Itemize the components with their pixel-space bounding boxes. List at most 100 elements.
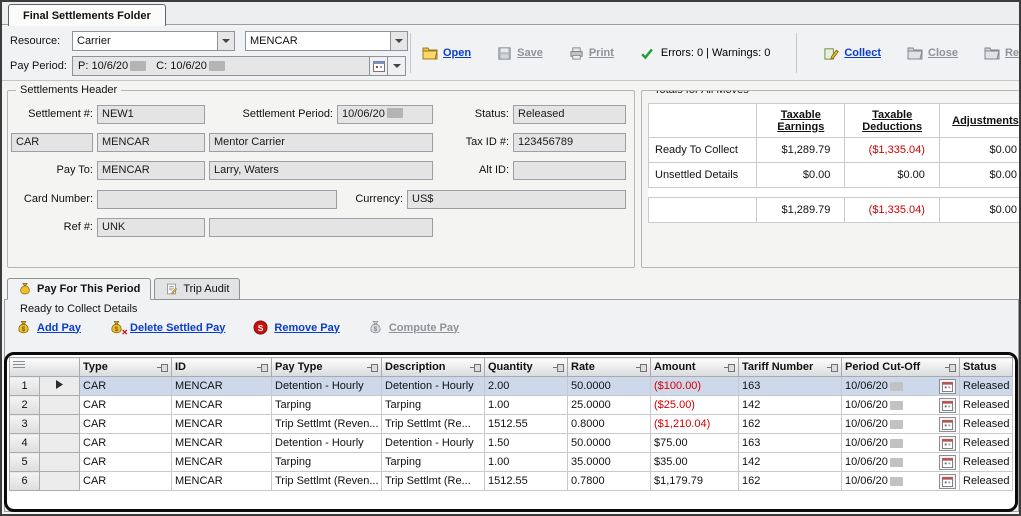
redaction: [890, 420, 903, 429]
pay-to-id-field[interactable]: MENCAR: [97, 161, 205, 180]
table-row: Unsettled Details $0.00 $0.00 $0.00: [649, 163, 1021, 188]
col-tariff-number[interactable]: Tariff Number: [739, 358, 842, 377]
col-description[interactable]: Description: [382, 358, 485, 377]
pin-icon[interactable]: [636, 363, 647, 372]
resource-id-field[interactable]: MENCAR: [97, 133, 205, 152]
resource-code-field[interactable]: CAR: [11, 133, 93, 152]
table-row[interactable]: 5 CAR MENCAR Tarping Tarping 1.00 35.000…: [10, 453, 1013, 472]
pay-period-field[interactable]: P: 10/6/20 C: 10/6/20: [72, 56, 370, 76]
resource-id-select[interactable]: MENCAR: [245, 31, 408, 51]
pin-icon[interactable]: [257, 363, 268, 372]
chevron-down-icon[interactable]: [217, 32, 234, 50]
cell-type: CAR: [80, 453, 172, 472]
compute-pay-button[interactable]: $ Compute Pay: [368, 320, 459, 335]
cell-id: MENCAR: [172, 472, 272, 491]
chevron-down-icon[interactable]: [390, 32, 407, 50]
currency-field[interactable]: US$: [407, 190, 626, 209]
resource-type-select[interactable]: Carrier: [72, 31, 235, 51]
alt-id-field[interactable]: [513, 161, 626, 180]
col-period-cut-off[interactable]: Period Cut-Off: [842, 358, 960, 377]
calendar-icon[interactable]: [939, 417, 956, 432]
row-label: [649, 198, 757, 223]
pin-icon[interactable]: [827, 363, 838, 372]
tab-trip-audit[interactable]: Trip Audit: [154, 278, 240, 300]
row-number[interactable]: 1: [10, 377, 40, 396]
col-pay-type[interactable]: Pay Type: [272, 358, 382, 377]
col-type[interactable]: Type: [80, 358, 172, 377]
row-number[interactable]: 2: [10, 396, 40, 415]
cell-tariff: 162: [739, 472, 842, 491]
ref-number-2-field[interactable]: [209, 218, 433, 237]
ref-number-field[interactable]: UNK: [97, 218, 205, 237]
tax-id-field[interactable]: 123456789: [513, 133, 626, 152]
col-rate[interactable]: Rate: [568, 358, 651, 377]
col-id[interactable]: ID: [172, 358, 272, 377]
check-icon: [640, 47, 654, 60]
pay-to-name-field[interactable]: Larry, Waters: [209, 161, 433, 180]
table-row[interactable]: 6 CAR MENCAR Trip Settlmt (Reven... Trip…: [10, 472, 1013, 491]
toolbar-fields: Resource: Carrier MENCAR Pay Period: P: …: [10, 30, 418, 80]
audit-page-icon: [165, 282, 178, 296]
pin-icon[interactable]: [553, 363, 564, 372]
delete-settled-pay-button[interactable]: $ Delete Settled Pay: [109, 320, 225, 335]
calendar-icon[interactable]: [939, 398, 956, 413]
cell-period-cut-off: 10/06/20: [842, 434, 960, 453]
redaction: [130, 61, 146, 71]
row-number[interactable]: 6: [10, 472, 40, 491]
reopen-button[interactable]: Re-Open: [984, 46, 1021, 60]
col-status[interactable]: Status: [960, 358, 1013, 377]
col-amount[interactable]: Amount: [651, 358, 739, 377]
money-bag-delete-icon: $: [109, 320, 124, 335]
calendar-icon[interactable]: [369, 56, 388, 76]
col-taxable-earnings[interactable]: Taxable Earnings: [757, 104, 845, 138]
select-all-header[interactable]: [10, 358, 80, 377]
col-taxable-deductions[interactable]: Taxable Deductions: [845, 104, 940, 138]
chevron-down-icon[interactable]: [387, 56, 406, 76]
col-quantity[interactable]: Quantity: [485, 358, 568, 377]
status-field[interactable]: Released: [513, 105, 626, 124]
open-button[interactable]: Open: [422, 46, 471, 60]
pin-icon[interactable]: [157, 363, 168, 372]
print-button[interactable]: Print: [569, 46, 614, 61]
tab-pay-for-this-period[interactable]: Pay For This Period: [7, 278, 151, 300]
calendar-icon[interactable]: [939, 436, 956, 451]
cell-description: Trip Settlmt (Re...: [382, 415, 485, 434]
table-row[interactable]: 2 CAR MENCAR Tarping Tarping 1.00 25.000…: [10, 396, 1013, 415]
pin-icon[interactable]: [724, 363, 735, 372]
cell-type: CAR: [80, 434, 172, 453]
pin-icon[interactable]: [945, 363, 956, 372]
row-number[interactable]: 5: [10, 453, 40, 472]
resource-label: Resource:: [10, 35, 72, 47]
cell-description: Tarping: [382, 396, 485, 415]
col-adjustments[interactable]: Adjustments: [939, 104, 1021, 138]
pin-icon[interactable]: [367, 363, 378, 372]
cell-pay-type: Trip Settlmt (Reven...: [272, 415, 382, 434]
tax-id-label: Tax ID #:: [433, 133, 509, 152]
table-row[interactable]: 3 CAR MENCAR Trip Settlmt (Reven... Trip…: [10, 415, 1013, 434]
save-button[interactable]: Save: [497, 46, 543, 61]
ready-to-collect-details-label: Ready to Collect Details: [20, 303, 137, 315]
settlement-number-label: Settlement #:: [8, 105, 93, 124]
row-indicator: [40, 453, 80, 472]
calendar-icon[interactable]: [939, 379, 956, 394]
svg-text:$: $: [374, 326, 378, 333]
card-number-field[interactable]: [97, 190, 337, 209]
cell-amount: ($1,210.04): [651, 415, 739, 434]
add-pay-button[interactable]: $ Add Pay: [16, 320, 81, 335]
row-number[interactable]: 4: [10, 434, 40, 453]
settlement-number-field[interactable]: NEW1: [97, 105, 205, 124]
table-row[interactable]: 1 CAR MENCAR Detention - Hourly Detentio…: [10, 377, 1013, 396]
table-row[interactable]: 4 CAR MENCAR Detention - Hourly Detentio…: [10, 434, 1013, 453]
tab-final-settlements-folder[interactable]: Final Settlements Folder: [8, 4, 166, 26]
close-button[interactable]: Close: [907, 46, 958, 60]
calendar-icon[interactable]: [939, 455, 956, 470]
remove-pay-button[interactable]: S Remove Pay: [253, 320, 339, 335]
row-number[interactable]: 3: [10, 415, 40, 434]
calendar-icon[interactable]: [939, 474, 956, 489]
pin-icon[interactable]: [470, 363, 481, 372]
collect-button[interactable]: Collect: [823, 46, 881, 61]
cell-rate: 25.0000: [568, 396, 651, 415]
resource-name-field[interactable]: Mentor Carrier: [209, 133, 433, 152]
settlement-period-field[interactable]: 10/06/20: [337, 105, 433, 124]
table-row: $1,289.79 ($1,335.04) $0.00: [649, 198, 1021, 223]
